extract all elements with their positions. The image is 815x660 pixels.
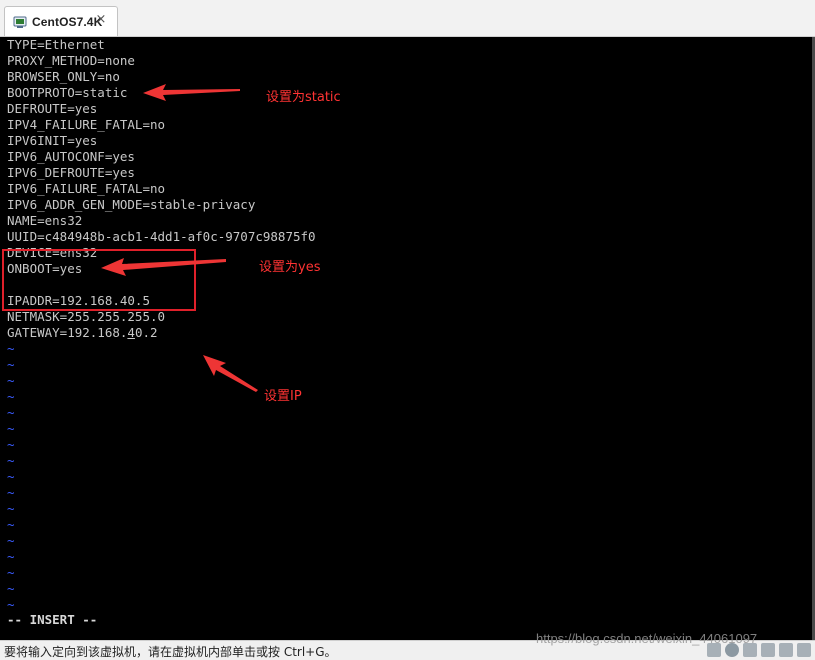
display-icon	[797, 643, 811, 657]
terminal-line: IPV4_FAILURE_FATAL=no	[7, 117, 166, 132]
gateway-suffix: 0.2	[134, 325, 158, 340]
cd-drive-icon	[725, 643, 739, 657]
close-icon[interactable]: ×	[94, 13, 108, 27]
empty-line-tilde: ~	[7, 405, 15, 420]
terminal-line: IPV6_AUTOCONF=yes	[7, 149, 135, 164]
empty-line-tilde: ~	[7, 453, 15, 468]
vim-mode-indicator: -- INSERT --	[7, 612, 98, 627]
tab-bar: CentOS7.4K ×	[0, 0, 815, 37]
vm-icon	[13, 15, 27, 29]
empty-line-tilde: ~	[7, 565, 15, 580]
usb-icon	[761, 643, 775, 657]
status-bar: 要将输入定向到该虚拟机，请在虚拟机内部单击或按 Ctrl+G。 https://…	[0, 631, 815, 660]
terminal-line: PROXY_METHOD=none	[7, 53, 135, 68]
tab-title: CentOS7.4K	[32, 14, 103, 29]
ip-highlight-box	[2, 249, 196, 311]
sound-icon	[779, 643, 793, 657]
annotation-onboot: 设置为yes	[259, 260, 321, 275]
terminal-screen[interactable]: TYPE=Ethernet PROXY_METHOD=none BROWSER_ON…	[0, 37, 815, 640]
terminal-line: NETMASK=255.255.255.0	[7, 309, 166, 324]
tab-centos[interactable]: CentOS7.4K ×	[4, 6, 118, 36]
empty-line-tilde: ~	[7, 597, 15, 612]
empty-line-tilde: ~	[7, 437, 15, 452]
terminal-line: IPV6_DEFROUTE=yes	[7, 165, 135, 180]
status-message: 要将输入定向到该虚拟机，请在虚拟机内部单击或按 Ctrl+G。	[4, 645, 337, 659]
terminal-line-gateway: GATEWAY=192.168.40.2	[7, 325, 316, 341]
empty-line-tilde: ~	[7, 485, 15, 500]
hard-disk-icon	[707, 643, 721, 657]
annotation-bootproto: 设置为static	[266, 90, 341, 105]
empty-line-tilde: ~	[7, 517, 15, 532]
status-icons	[707, 643, 811, 657]
terminal-line: IPV6_ADDR_GEN_MODE=stable-privacy	[7, 197, 256, 212]
terminal-line: IPV6INIT=yes	[7, 133, 98, 148]
terminal-line: TYPE=Ethernet	[7, 37, 105, 52]
empty-line-tilde: ~	[7, 357, 15, 372]
terminal-text: TYPE=Ethernet PROXY_METHOD=none BROWSER_ON…	[7, 37, 316, 613]
empty-line-tilde: ~	[7, 533, 15, 548]
terminal-line: UUID=c484948b-acb1-4dd1-af0c-9707c98875f…	[7, 229, 316, 244]
empty-line-tilde: ~	[7, 469, 15, 484]
text-cursor: 4	[127, 325, 135, 340]
gateway-prefix: GATEWAY=192.168.	[7, 325, 128, 340]
empty-line-tilde: ~	[7, 341, 15, 356]
terminal-line: IPV6_FAILURE_FATAL=no	[7, 181, 166, 196]
empty-line-tilde: ~	[7, 421, 15, 436]
empty-line-tilde: ~	[7, 581, 15, 596]
annotation-ip: 设置IP	[264, 389, 302, 404]
network-icon	[743, 643, 757, 657]
empty-line-tilde: ~	[7, 501, 15, 516]
terminal-line: NAME=ens32	[7, 213, 83, 228]
empty-line-tilde: ~	[7, 549, 15, 564]
terminal-line: BROWSER_ONLY=no	[7, 69, 120, 84]
